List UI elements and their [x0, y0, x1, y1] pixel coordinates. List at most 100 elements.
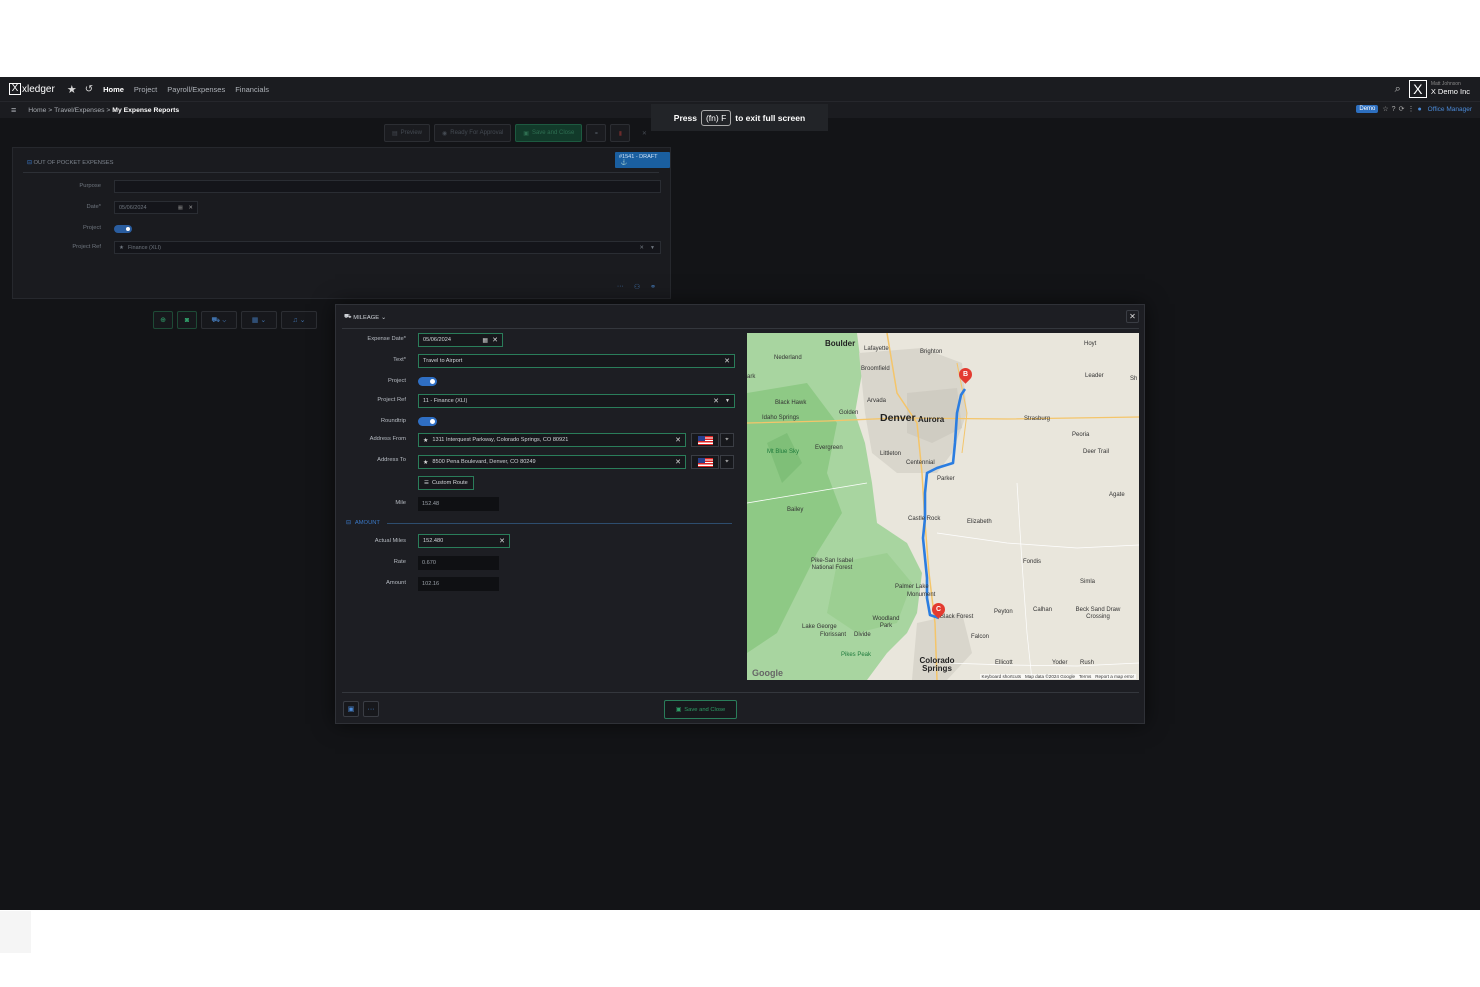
- map-label-nederland: Nederland: [774, 355, 802, 361]
- route-icon: ☰: [424, 480, 430, 486]
- favorite-icon[interactable]: ☆: [1382, 105, 1388, 113]
- clear-icon[interactable]: ✕: [188, 205, 193, 211]
- star-icon[interactable]: ★: [423, 459, 428, 466]
- locate-to-button[interactable]: ⌖: [720, 455, 734, 469]
- calendar-icon[interactable]: ▦: [482, 337, 488, 344]
- map-keyboard-shortcuts[interactable]: Keyboard shortcuts: [982, 674, 1022, 679]
- search-icon[interactable]: ⌕: [1395, 83, 1401, 96]
- hamburger-menu-icon[interactable]: ≡: [11, 105, 16, 115]
- xledger-logo[interactable]: X xledger: [9, 83, 55, 95]
- country-flag-selector-from[interactable]: [691, 433, 719, 447]
- app-window: X xledger ★ ↺ Home Project Payroll/Expen…: [0, 77, 1480, 910]
- camera-button[interactable]: ◙: [177, 311, 197, 329]
- amount-value-field: 102.16: [418, 577, 499, 591]
- close-icon: ✕: [641, 130, 647, 137]
- save-button[interactable]: ▣: [343, 701, 359, 717]
- chevron-down-icon[interactable]: ▼: [725, 398, 730, 404]
- project-ref-select[interactable]: 11 - Finance (XLI) ✕ ▼: [418, 394, 735, 408]
- refresh-icon[interactable]: ⟳: [1399, 105, 1405, 113]
- map-marker-c[interactable]: C: [929, 600, 948, 619]
- map-label-parker: Parker: [937, 476, 955, 482]
- assign-user-icon[interactable]: ⚇: [634, 283, 640, 291]
- address-to-input[interactable]: ★ 8500 Pena Boulevard, Denver, CO 80249 …: [418, 455, 686, 469]
- star-icon[interactable]: ★: [423, 437, 428, 444]
- calendar-icon[interactable]: ▦: [178, 205, 183, 211]
- more-icon[interactable]: ···: [617, 283, 624, 291]
- amount-section-header[interactable]: ⊟ AMOUNT: [346, 520, 380, 526]
- map-label-florissant: Florissant: [820, 632, 847, 638]
- out-of-pocket-form: ⊟ OUT OF POCKET EXPENSES #1541 - DRAFT ⚓…: [12, 147, 671, 299]
- expense-date-label: Expense Date*: [367, 336, 406, 342]
- clear-icon[interactable]: ✕: [675, 436, 681, 444]
- address-from-input[interactable]: ★ 1311 Interquest Parkway, Colorado Spri…: [418, 433, 686, 447]
- project-toggle[interactable]: [114, 225, 132, 233]
- modal-close-button[interactable]: ✕: [1126, 310, 1139, 323]
- map-label-hoyt: Hoyt: [1084, 341, 1097, 347]
- project-toggle[interactable]: [418, 377, 437, 386]
- text-input[interactable]: Travel to Airport ✕: [418, 354, 735, 368]
- role-selector[interactable]: Office Manager: [1428, 106, 1472, 113]
- nav-payroll-expenses[interactable]: Payroll/Expenses: [167, 85, 225, 94]
- purpose-input[interactable]: [114, 180, 661, 193]
- add-expense-button[interactable]: ⊕: [153, 311, 173, 329]
- bell-dropdown-button[interactable]: ♫ ⌄: [281, 311, 317, 329]
- date-input[interactable]: 05/06/2024 ▦ ✕: [114, 201, 198, 214]
- breadcrumb-current: My Expense Reports: [112, 106, 180, 114]
- link-icon[interactable]: ⚭: [650, 283, 656, 291]
- company-name: X Demo Inc: [1430, 86, 1470, 96]
- save-and-close-button[interactable]: ▣ Save and Close: [664, 700, 737, 719]
- save-and-close-label: Save and Close: [531, 130, 575, 136]
- expense-toolbar: ⊕ ◙ ⛟ ⌄ ▦ ⌄ ♫ ⌄: [153, 311, 317, 329]
- more-vertical-icon[interactable]: ⋮: [1407, 105, 1414, 113]
- calendar-dropdown-button[interactable]: ▦ ⌄: [241, 311, 277, 329]
- map-label-denver: Denver: [880, 412, 916, 424]
- map-label-calhan: Calhan: [1033, 607, 1053, 613]
- address-to-value: 8500 Pena Boulevard, Denver, CO 80249: [432, 459, 536, 465]
- custom-route-button[interactable]: ☰ Custom Route: [418, 476, 474, 490]
- clear-icon[interactable]: ✕: [639, 245, 644, 251]
- clear-icon[interactable]: ✕: [492, 336, 498, 344]
- fullscreen-toast: Press (fn) F to exit full screen: [651, 104, 828, 131]
- draft-badge: #1541 - DRAFT ⚓: [615, 152, 670, 168]
- clear-icon[interactable]: ✕: [675, 458, 681, 466]
- breadcrumb-travel-expenses[interactable]: Travel/Expenses: [54, 107, 104, 114]
- delete-button[interactable]: ▮: [610, 124, 631, 142]
- link-button[interactable]: ⚭: [586, 124, 607, 142]
- car-dropdown-button[interactable]: ⛟ ⌄: [201, 311, 237, 329]
- mile-value-field: 152.48: [418, 497, 499, 511]
- expense-date-input[interactable]: 05/06/2024 ▦ ✕: [418, 333, 503, 347]
- collapse-icon: ⊟: [346, 520, 351, 526]
- company-logo-icon: X: [1408, 80, 1427, 98]
- clear-icon[interactable]: ✕: [499, 537, 505, 545]
- clear-icon[interactable]: ✕: [713, 397, 719, 405]
- preview-button[interactable]: ▤ Preview: [384, 124, 431, 142]
- user-menu[interactable]: Matt Johnson X Demo Inc: [1431, 82, 1470, 96]
- map-data-credit: Map data ©2024 Google: [1024, 674, 1076, 679]
- nav-project[interactable]: Project: [134, 85, 157, 94]
- modal-title[interactable]: ⛟ MILEAGE ⌄: [344, 314, 386, 321]
- locate-from-button[interactable]: ⌖: [720, 433, 734, 447]
- country-flag-selector-to[interactable]: [691, 455, 719, 469]
- history-icon[interactable]: ↺: [85, 84, 93, 95]
- collapse-icon[interactable]: ⊟: [27, 160, 32, 166]
- more-options-button[interactable]: ···: [363, 701, 379, 717]
- clear-icon[interactable]: ✕: [724, 357, 730, 365]
- chevron-down-icon[interactable]: ▼: [650, 245, 655, 251]
- breadcrumb-home[interactable]: Home: [28, 107, 46, 114]
- star-icon[interactable]: ★: [67, 83, 77, 96]
- ready-for-approval-button[interactable]: ◉ Ready For Approval: [434, 124, 512, 142]
- project-ref-select[interactable]: ★ Finance (XLI) ✕ ▼: [114, 241, 661, 254]
- actual-miles-input[interactable]: 152.480 ✕: [418, 534, 510, 548]
- map-report-error-link[interactable]: Report a map error: [1095, 674, 1134, 679]
- document-icon: ▤: [392, 130, 398, 137]
- roundtrip-toggle[interactable]: [418, 417, 437, 426]
- route-map[interactable]: Boulder Lafayette Brighton Hoyt Nederlan…: [747, 333, 1139, 680]
- report-save-and-close-button[interactable]: ▣ Save and Close: [515, 124, 583, 142]
- map-terms-link[interactable]: Terms: [1079, 674, 1092, 679]
- map-label-leader: Leader: [1085, 373, 1104, 379]
- nav-home[interactable]: Home: [103, 85, 124, 94]
- map-marker-b[interactable]: B: [956, 365, 975, 384]
- help-icon[interactable]: ?: [1392, 106, 1396, 113]
- demo-badge: Demo: [1356, 105, 1379, 113]
- nav-financials[interactable]: Financials: [235, 85, 269, 94]
